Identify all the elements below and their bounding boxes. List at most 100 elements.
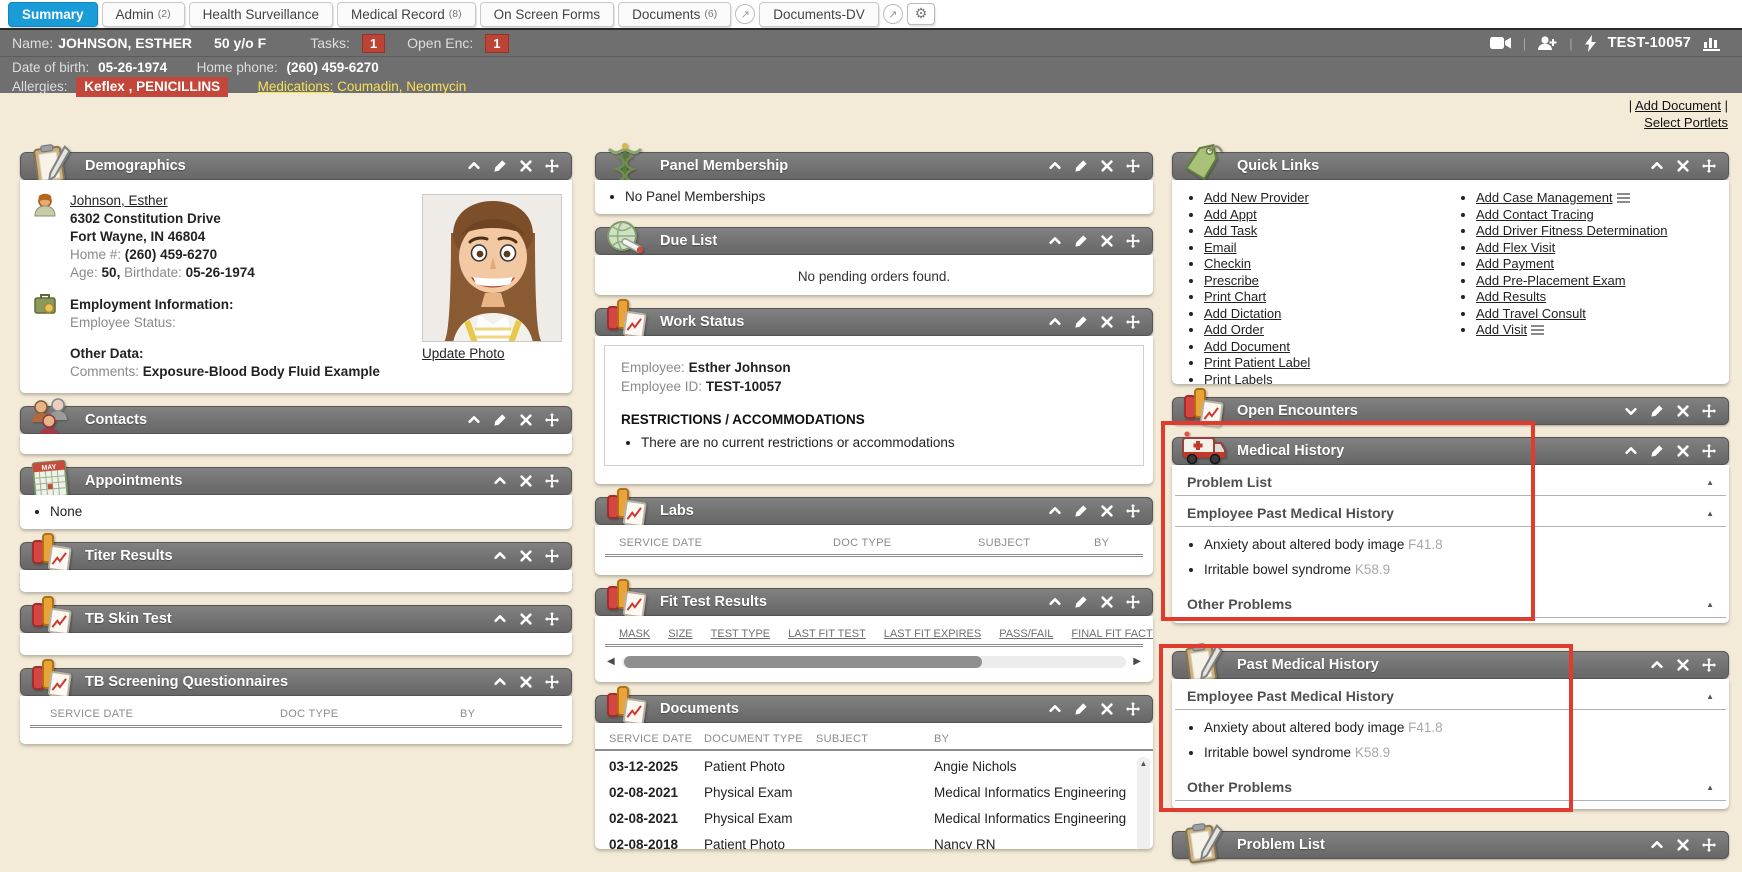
allergies-badge[interactable]: Keflex , PENICILLINS	[76, 77, 228, 97]
move-icon[interactable]	[1702, 838, 1716, 852]
move-icon[interactable]	[545, 612, 559, 626]
tab-documents-dv[interactable]: Documents-DV	[759, 2, 879, 27]
problem-item[interactable]: Irritable bowel syndrome K58.9	[1204, 745, 1729, 760]
edit-icon[interactable]	[1074, 315, 1088, 329]
quick-link[interactable]: Add Appt	[1204, 207, 1257, 222]
move-icon[interactable]	[1702, 444, 1716, 458]
collapse-icon[interactable]	[1650, 838, 1664, 852]
close-icon[interactable]	[1676, 658, 1690, 672]
move-icon[interactable]	[1126, 702, 1140, 716]
move-icon[interactable]	[1126, 595, 1140, 609]
close-icon[interactable]	[1100, 504, 1114, 518]
move-icon[interactable]	[1126, 159, 1140, 173]
quick-link[interactable]: Print Labels	[1204, 372, 1273, 385]
move-icon[interactable]	[545, 675, 559, 689]
close-icon[interactable]	[1100, 595, 1114, 609]
collapse-icon[interactable]	[1048, 315, 1062, 329]
quick-link[interactable]: Prescribe	[1204, 273, 1259, 288]
scroll-right-icon[interactable]: ▶	[1133, 657, 1141, 667]
move-icon[interactable]	[1702, 404, 1716, 418]
close-icon[interactable]	[1676, 404, 1690, 418]
select-portlets-link[interactable]: Select Portlets	[1644, 115, 1728, 130]
medications-label-link[interactable]: Medications:	[258, 79, 334, 94]
expand-icon[interactable]	[1624, 404, 1638, 418]
quick-link[interactable]: Add Payment	[1476, 256, 1554, 271]
edit-icon[interactable]	[1074, 504, 1088, 518]
edit-icon[interactable]	[1650, 444, 1664, 458]
collapse-icon[interactable]	[467, 413, 481, 427]
close-icon[interactable]	[519, 413, 533, 427]
close-icon[interactable]	[1100, 159, 1114, 173]
scroll-left-icon[interactable]: ◀	[607, 657, 615, 667]
document-row[interactable]: 02-08-2018 Patient Photo Nancy RN	[595, 831, 1153, 849]
lightning-icon[interactable]	[1585, 35, 1596, 52]
edit-icon[interactable]	[1074, 159, 1088, 173]
quick-link[interactable]: Add Pre-Placement Exam	[1476, 273, 1626, 288]
edit-icon[interactable]	[1074, 595, 1088, 609]
quick-link[interactable]: Add Order	[1204, 322, 1264, 337]
collapse-triangle-icon[interactable]: ▲	[1706, 509, 1714, 518]
close-icon[interactable]	[1100, 234, 1114, 248]
tab-health-surveillance[interactable]: Health Surveillance	[189, 2, 333, 27]
edit-icon[interactable]	[493, 413, 507, 427]
tab-medical-record[interactable]: Medical Record(8)	[337, 2, 476, 27]
move-icon[interactable]	[1126, 234, 1140, 248]
close-icon[interactable]	[519, 612, 533, 626]
add-user-icon[interactable]	[1538, 36, 1557, 51]
collapse-icon[interactable]	[1048, 159, 1062, 173]
problem-item[interactable]: Anxiety about altered body image F41.8	[1204, 537, 1729, 552]
vertical-scrollbar[interactable]: ▲	[1137, 757, 1150, 849]
move-icon[interactable]	[1126, 315, 1140, 329]
move-icon[interactable]	[1126, 504, 1140, 518]
quick-link[interactable]: Email	[1204, 240, 1237, 255]
tab-admin[interactable]: Admin(2)	[102, 2, 185, 27]
list-icon[interactable]	[1617, 193, 1630, 203]
add-document-link[interactable]: Add Document	[1635, 98, 1721, 113]
close-icon[interactable]	[519, 549, 533, 563]
collapse-icon[interactable]	[493, 612, 507, 626]
collapse-icon[interactable]	[467, 159, 481, 173]
section-other-problems[interactable]: Other Problems▲	[1175, 587, 1726, 618]
move-icon[interactable]	[545, 474, 559, 488]
quick-link[interactable]: Add Results	[1476, 289, 1546, 304]
collapse-triangle-icon[interactable]: ▲	[1706, 478, 1714, 487]
section-employee-past-medical-history[interactable]: Employee Past Medical History▲	[1175, 496, 1726, 527]
patient-name-link[interactable]: Johnson, Esther	[70, 193, 168, 208]
move-icon[interactable]	[1702, 658, 1716, 672]
close-icon[interactable]	[1676, 159, 1690, 173]
close-icon[interactable]	[1100, 315, 1114, 329]
edit-icon[interactable]	[1074, 234, 1088, 248]
move-icon[interactable]	[545, 549, 559, 563]
quick-link[interactable]: Add New Provider	[1204, 190, 1309, 205]
problem-item[interactable]: Irritable bowel syndrome K58.9	[1204, 562, 1729, 577]
external-link-icon[interactable]: ↗	[735, 4, 755, 24]
quick-link[interactable]: Add Dictation	[1204, 306, 1281, 321]
collapse-icon[interactable]	[1048, 234, 1062, 248]
collapse-icon[interactable]	[1650, 658, 1664, 672]
move-icon[interactable]	[545, 413, 559, 427]
quick-link[interactable]: Add Flex Visit	[1476, 240, 1555, 255]
document-row[interactable]: 02-08-2021 Physical Exam Medical Informa…	[595, 779, 1153, 805]
collapse-icon[interactable]	[1624, 444, 1638, 458]
quick-link[interactable]: Print Chart	[1204, 289, 1266, 304]
scroll-up-icon[interactable]: ▲	[1137, 757, 1150, 768]
quick-link[interactable]: Add Task	[1204, 223, 1257, 238]
collapse-icon[interactable]	[493, 675, 507, 689]
quick-link[interactable]: Checkin	[1204, 256, 1251, 271]
quick-link[interactable]: Add Contact Tracing	[1476, 207, 1594, 222]
collapse-triangle-icon[interactable]: ▲	[1706, 692, 1714, 701]
tab-on-screen-forms[interactable]: On Screen Forms	[480, 2, 615, 27]
document-row[interactable]: 03-12-2025 Patient Photo Angie Nichols	[595, 753, 1153, 779]
collapse-icon[interactable]	[1048, 504, 1062, 518]
tab-documents[interactable]: Documents(6)	[618, 2, 731, 27]
section-other-problems[interactable]: Other Problems▲	[1175, 770, 1726, 801]
video-camera-icon[interactable]	[1490, 36, 1511, 50]
edit-icon[interactable]	[1074, 702, 1088, 716]
close-icon[interactable]	[519, 474, 533, 488]
quick-link[interactable]: Add Visit	[1476, 322, 1527, 337]
section-employee-past-medical-history[interactable]: Employee Past Medical History▲	[1175, 679, 1726, 710]
quick-link[interactable]: Add Driver Fitness Determination	[1476, 223, 1667, 238]
edit-icon[interactable]	[493, 159, 507, 173]
horizontal-scrollbar[interactable]: ◀ ▶	[607, 655, 1141, 669]
list-icon[interactable]	[1531, 325, 1544, 335]
